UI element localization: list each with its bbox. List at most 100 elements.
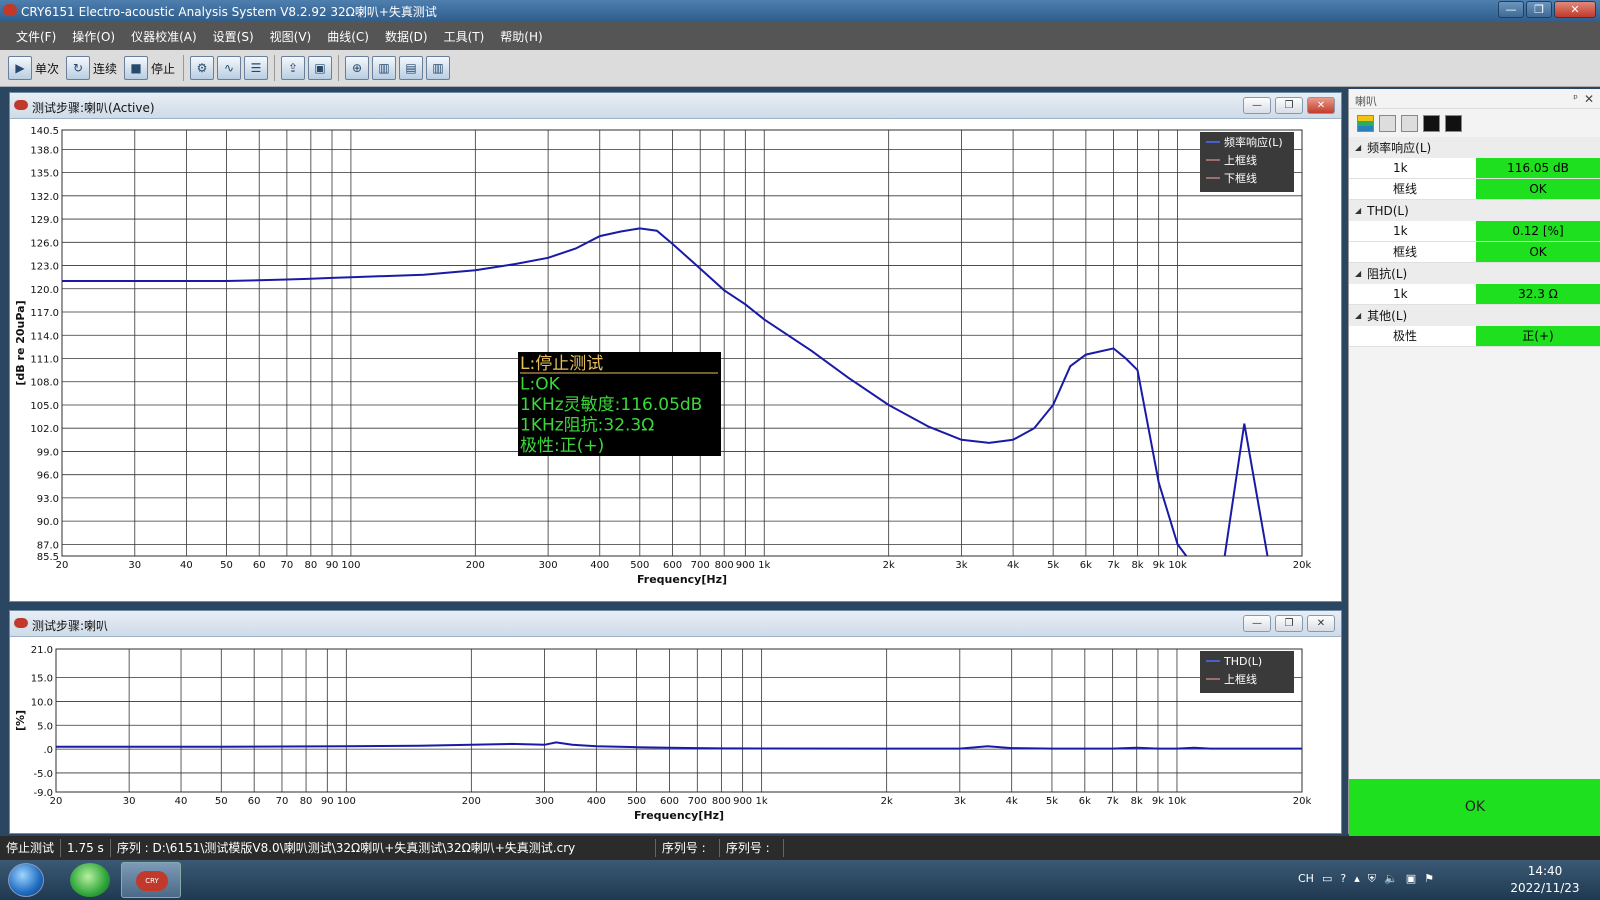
menu-operate[interactable]: 操作(O) — [64, 28, 123, 45]
clock-time: 14:40 — [1527, 864, 1563, 878]
panel-close-button[interactable]: ✕ — [1307, 615, 1335, 632]
x-tick-label: 30 — [128, 560, 141, 571]
app-logo-icon — [3, 4, 17, 16]
help-icon[interactable]: ? — [1340, 872, 1346, 886]
menu-calibration[interactable]: 仪器校准(A) — [123, 28, 205, 45]
property-group[interactable]: ◢ 阻抗(L) — [1349, 263, 1600, 284]
property-key: 框线 — [1393, 245, 1418, 259]
legend-label: 上框线 — [1224, 153, 1257, 167]
tile-horizontal-icon[interactable]: ▤ — [399, 56, 424, 80]
x-tick-label: 900 — [736, 560, 755, 571]
clock-date: 2022/11/23 — [1510, 881, 1580, 895]
x-tick-label: 500 — [630, 560, 649, 571]
settings-grid-icon[interactable]: ⚙ — [190, 56, 215, 80]
flag-icon[interactable]: ⚑ — [1424, 872, 1434, 886]
add-window-icon[interactable]: ⊕ — [345, 56, 370, 80]
thd-chart[interactable]: 20 30 40 50 60 70 80 90 100 200 300 400 500 600 700 800… — [10, 637, 1341, 833]
property-key: 框线 — [1393, 182, 1418, 196]
single-run-button[interactable]: ▶ 单次 — [6, 54, 61, 82]
panel-title: 测试步骤:喇叭(Active) — [32, 101, 155, 115]
close-icon[interactable]: ✕ — [1584, 92, 1594, 106]
browser-taskbar-icon[interactable] — [70, 863, 110, 897]
overlay-line: 极性:正(+) — [520, 436, 604, 456]
x-tick-label: 70 — [281, 560, 294, 571]
security-icon[interactable]: ⛨ — [1368, 872, 1376, 886]
menu-view[interactable]: 视图(V) — [262, 28, 320, 45]
x-tick-label: 400 — [590, 560, 609, 571]
property-key: 1k — [1393, 287, 1408, 301]
menu-curve[interactable]: 曲线(C) — [319, 28, 377, 45]
app-taskbar-logo: CRY — [136, 871, 168, 891]
y-tick-label: 87.0 — [37, 540, 59, 551]
panel-minimize-button[interactable]: — — [1243, 97, 1271, 114]
collapse-triangle-icon[interactable]: ◢ — [1355, 311, 1361, 320]
bar-chart-icon[interactable]: ▥ — [372, 56, 397, 80]
y-tick-label: 99.0 — [37, 447, 59, 458]
restore-button[interactable]: ❐ — [1526, 1, 1552, 18]
tray-arrow-icon[interactable]: ▴ — [1354, 872, 1360, 886]
y-tick-label: -9.0 — [33, 788, 53, 799]
x-tick-label: 9k — [1152, 796, 1164, 807]
app-taskbar-button[interactable]: CRY — [121, 862, 181, 898]
curve-chart-icon[interactable]: ∿ — [217, 56, 242, 80]
report-icon[interactable]: ☰ — [244, 56, 269, 80]
x-tick-label: 2k — [881, 796, 893, 807]
delete-icon[interactable] — [1401, 114, 1418, 132]
x-tick-label: 6k — [1080, 560, 1092, 571]
panel-restore-button[interactable]: ❐ — [1275, 615, 1303, 632]
property-group[interactable]: ◢ 其他(L) — [1349, 305, 1600, 326]
x-tick-label: 70 — [276, 796, 289, 807]
legend-label: THD(L) — [1223, 655, 1262, 668]
tile-vertical-icon[interactable]: ▥ — [426, 56, 451, 80]
start-button[interactable] — [8, 863, 44, 897]
play-icon: ▶ — [8, 56, 32, 80]
y-tick-label: 108.0 — [30, 378, 59, 389]
y-tick-label: .0 — [43, 745, 53, 756]
property-value: 116.05 dB — [1476, 158, 1600, 178]
property-group[interactable]: ◢ 频率响应(L) — [1349, 137, 1600, 158]
color-palette-icon[interactable] — [1357, 114, 1374, 132]
x-tick-label: 90 — [326, 560, 339, 571]
y-tick-label: 102.0 — [30, 424, 59, 435]
minimize-button[interactable]: — — [1498, 1, 1524, 18]
menu-settings[interactable]: 设置(S) — [205, 28, 262, 45]
x-tick-label: 20k — [1293, 796, 1312, 807]
y-tick-label: 120.0 — [30, 285, 59, 296]
open-file-icon[interactable]: ⇪ — [281, 56, 306, 80]
property-value: OK — [1476, 242, 1600, 262]
x-tick-label: 60 — [253, 560, 266, 571]
expand-icon[interactable] — [1423, 114, 1440, 132]
menu-file[interactable]: 文件(F) — [8, 28, 64, 45]
collapse-triangle-icon[interactable]: ◢ — [1355, 143, 1361, 152]
step-icon — [14, 100, 28, 110]
y-tick-label: 123.0 — [30, 262, 59, 273]
collapse-triangle-icon[interactable]: ◢ — [1355, 269, 1361, 278]
menu-tools[interactable]: 工具(T) — [436, 28, 493, 45]
pin-icon[interactable]: ᵖ — [1573, 92, 1578, 105]
panel-restore-button[interactable]: ❐ — [1275, 97, 1303, 114]
panel-minimize-button[interactable]: — — [1243, 615, 1271, 632]
panel-close-button[interactable]: ✕ — [1307, 97, 1335, 114]
collapse-triangle-icon[interactable]: ◢ — [1355, 206, 1361, 215]
title-bar: CRY6151 Electro-acoustic Analysis System… — [0, 0, 1600, 22]
volume-icon[interactable]: 🔈 — [1384, 872, 1398, 886]
clock[interactable]: 14:40 2022/11/23 — [1505, 863, 1585, 897]
save-icon[interactable]: ▣ — [308, 56, 333, 80]
frequency-response-chart[interactable]: 20 30 40 50 60 70 80 90 100 200 300 400 500 600 700 800… — [10, 119, 1341, 601]
x-tick-label: 600 — [660, 796, 679, 807]
close-button[interactable]: ✕ — [1554, 1, 1596, 18]
panel-header: 测试步骤:喇叭 — ❐ ✕ — [10, 611, 1341, 637]
property-group[interactable]: ◢ THD(L) — [1349, 200, 1600, 221]
stop-button[interactable]: ■ 停止 — [122, 54, 177, 82]
single-run-label: 单次 — [35, 61, 60, 76]
menu-help[interactable]: 帮助(H) — [492, 28, 550, 45]
x-tick-label: 300 — [535, 796, 554, 807]
add-icon[interactable] — [1379, 114, 1396, 132]
language-indicator[interactable]: CH — [1298, 872, 1314, 886]
menu-data[interactable]: 数据(D) — [377, 28, 436, 45]
network-icon[interactable]: ▣ — [1406, 872, 1416, 886]
keyboard-icon[interactable]: ▭ — [1322, 872, 1332, 886]
continuous-run-button[interactable]: ↻ 连续 — [64, 54, 119, 82]
collapse-icon[interactable] — [1445, 114, 1462, 132]
x-axis-label: Frequency[Hz] — [634, 809, 724, 822]
